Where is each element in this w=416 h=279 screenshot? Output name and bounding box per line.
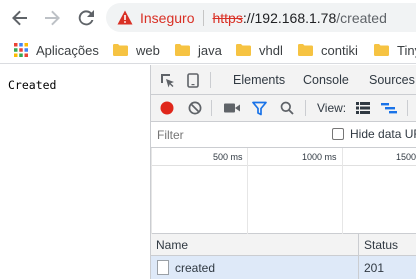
filter-bar: Hide data UR bbox=[151, 122, 416, 148]
tab-sources[interactable]: Sources bbox=[369, 73, 415, 87]
waterfall-overview-button[interactable] bbox=[381, 100, 397, 116]
network-toolbar: View: bbox=[151, 95, 416, 122]
device-toolbar-icon[interactable] bbox=[185, 72, 201, 88]
bookmark-apps[interactable]: Aplicações bbox=[14, 41, 99, 59]
page-body-text: Created bbox=[8, 78, 57, 92]
timeline-gridline bbox=[151, 148, 152, 234]
bookmark-contiki[interactable]: contiki bbox=[298, 41, 358, 59]
bookmark-label: Tiny bbox=[397, 42, 416, 58]
view-label: View: bbox=[317, 101, 347, 115]
table-row[interactable]: created 201 bbox=[151, 256, 416, 279]
warning-triangle-icon bbox=[117, 10, 133, 25]
browser-toolbar: Inseguro https ://192.168.1.78 /created bbox=[0, 0, 416, 36]
request-status: 201 bbox=[364, 261, 385, 275]
filter-toggle-button[interactable] bbox=[251, 100, 267, 116]
control-divider bbox=[305, 100, 306, 116]
folder-icon bbox=[298, 44, 313, 56]
timeline-tick-label: 1500 bbox=[396, 152, 416, 162]
network-timeline-overview: 500 ms 1000 ms 1500 bbox=[151, 148, 416, 234]
record-icon bbox=[160, 101, 174, 115]
bookmark-label: contiki bbox=[321, 42, 358, 58]
apps-grid-icon bbox=[14, 43, 28, 57]
folder-icon bbox=[236, 44, 251, 56]
back-arrow-icon bbox=[12, 10, 27, 26]
record-button[interactable] bbox=[159, 100, 175, 116]
video-camera-icon bbox=[224, 103, 240, 113]
browser-window: Inseguro https ://192.168.1.78 /created … bbox=[0, 0, 416, 279]
bookmark-vhdl[interactable]: vhdl bbox=[236, 41, 283, 59]
timeline-gridline bbox=[247, 148, 248, 234]
timeline-tick-label: 500 ms bbox=[213, 152, 243, 162]
tab-elements[interactable]: Elements bbox=[233, 73, 285, 87]
filter-input[interactable] bbox=[151, 122, 321, 147]
security-status-label[interactable]: Inseguro bbox=[140, 10, 194, 26]
devtools-panel: Elements Console Sources View: Filter Hi… bbox=[150, 65, 416, 279]
address-bar[interactable]: Inseguro https ://192.168.1.78 /created bbox=[106, 3, 416, 32]
url-host: ://192.168.1.78 bbox=[242, 9, 337, 26]
hide-data-urls-checkbox[interactable] bbox=[332, 128, 344, 140]
timeline-ruler bbox=[151, 148, 416, 166]
folder-icon bbox=[175, 44, 190, 56]
document-icon bbox=[157, 260, 169, 275]
bookmark-tiny[interactable]: Tiny bbox=[374, 41, 416, 59]
tab-divider bbox=[210, 72, 211, 88]
omnibox-divider bbox=[203, 9, 205, 26]
request-name: created bbox=[175, 261, 216, 275]
url-path: /created bbox=[336, 9, 387, 26]
requests-table-header: Name Status bbox=[151, 234, 416, 256]
search-button[interactable] bbox=[279, 100, 295, 116]
forward-arrow-icon bbox=[45, 10, 60, 26]
inspect-element-icon[interactable] bbox=[159, 72, 175, 88]
column-divider[interactable] bbox=[358, 234, 359, 279]
funnel-icon bbox=[251, 101, 267, 115]
search-icon bbox=[280, 101, 294, 115]
page-viewport: Created bbox=[0, 65, 150, 279]
url-scheme: https bbox=[212, 9, 243, 26]
control-divider bbox=[407, 100, 408, 116]
bookmark-label: Aplicações bbox=[36, 42, 99, 58]
list-icon bbox=[356, 102, 370, 114]
large-rows-button[interactable] bbox=[355, 100, 371, 116]
timeline-gridline bbox=[342, 148, 343, 234]
bookmark-web[interactable]: web bbox=[113, 41, 160, 59]
control-divider bbox=[211, 100, 212, 116]
folder-icon bbox=[113, 44, 128, 56]
bookmark-label: vhdl bbox=[259, 42, 283, 58]
reload-button[interactable] bbox=[74, 6, 98, 30]
hide-data-urls-label: Hide data UR bbox=[350, 127, 416, 141]
clear-icon bbox=[188, 101, 202, 115]
tab-console[interactable]: Console bbox=[303, 73, 349, 87]
bookmarks-bar: Aplicações web java vhdl contiki Tiny bbox=[0, 36, 416, 64]
folder-icon bbox=[374, 44, 389, 56]
forward-button[interactable] bbox=[40, 6, 64, 30]
waterfall-icon bbox=[381, 103, 397, 114]
clear-button[interactable] bbox=[187, 100, 203, 116]
back-button[interactable] bbox=[8, 6, 32, 30]
column-header-status[interactable]: Status bbox=[364, 238, 398, 252]
reload-icon bbox=[78, 10, 94, 26]
column-header-name[interactable]: Name bbox=[156, 238, 188, 252]
bookmark-label: web bbox=[136, 42, 160, 58]
capture-screenshots-button[interactable] bbox=[224, 100, 240, 116]
bookmark-label: java bbox=[198, 42, 222, 58]
devtools-tab-bar: Elements Console Sources bbox=[151, 65, 416, 95]
bookmark-java[interactable]: java bbox=[175, 41, 222, 59]
timeline-tick-label: 1000 ms bbox=[302, 152, 337, 162]
